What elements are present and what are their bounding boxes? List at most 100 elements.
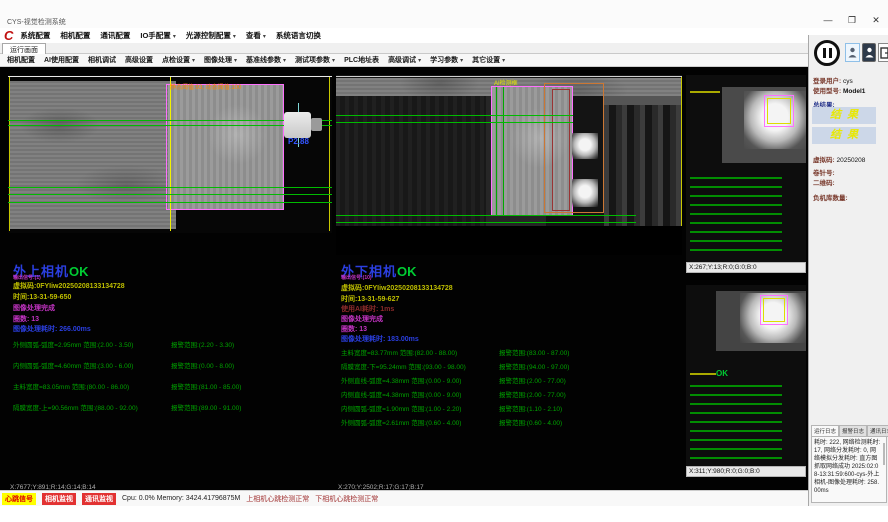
green-baseline bbox=[8, 187, 332, 188]
log-tab-comm[interactable]: 通讯日志 bbox=[867, 425, 888, 437]
thumbnail-top-canvas[interactable] bbox=[686, 75, 806, 262]
ai-elapsed-label: 使用AI耗时: 1ms bbox=[341, 304, 394, 314]
tool-plc-address[interactable]: PLC地址表 bbox=[344, 55, 379, 65]
p-value-overlay-label: P2.88 bbox=[288, 137, 309, 146]
measurement-row: 主料宽度=83.77mm 范围:(82.00 - 88.00)报警范围:(83.… bbox=[341, 347, 659, 357]
output-signal-label: 输出信号:(1) bbox=[13, 274, 41, 281]
tool-learning-params[interactable]: 学习参数 bbox=[430, 55, 463, 65]
exit-button[interactable] bbox=[878, 43, 888, 62]
measurement-value: 外侧圆弧-弧度=2.61mm 范围:(0.60 - 4.00) bbox=[341, 417, 499, 427]
measurement-row: 内侧直线-弧度=4.38mm 范围:(0.00 - 9.00)报警范围:(2.0… bbox=[341, 389, 659, 399]
log-body: 耗时: 222, 网络检测耗时: 17, 网络分发耗时: 0, 网络模拟分发耗时… bbox=[811, 437, 887, 503]
model-value: Model1 bbox=[843, 88, 865, 95]
alarm-range: 报警范围:(2.00 - 77.00) bbox=[499, 375, 659, 385]
tool-baseline-params[interactable]: 基准线参数 bbox=[246, 55, 286, 65]
mini-measurement-text bbox=[690, 177, 782, 255]
yellow-roi-box bbox=[767, 98, 791, 124]
alarm-range: 报警范围:(83.00 - 87.00) bbox=[499, 347, 659, 357]
measurement-value: 内侧圆弧-弧度=4.60mm 范围:(3.00 - 6.00) bbox=[13, 360, 171, 370]
mini-text-line bbox=[690, 91, 720, 93]
green-baseline bbox=[8, 194, 332, 195]
measurement-value: 内侧直线-弧度=4.38mm 范围:(0.00 - 9.00) bbox=[341, 389, 499, 399]
comm-monitor-badge[interactable]: 通讯监视 bbox=[82, 493, 116, 505]
window-controls: — ❐ ✕ bbox=[822, 14, 882, 26]
tool-advanced-settings[interactable]: 高级设置 bbox=[125, 55, 153, 65]
result-display-box-1: 结果 bbox=[812, 107, 876, 124]
user-account-button[interactable] bbox=[862, 43, 876, 62]
measurement-row: 主料宽度=83.05mm 范围:(80.00 - 86.00)报警范围:(81.… bbox=[13, 381, 331, 391]
magenta-roi-box bbox=[166, 84, 284, 210]
yellow-edge-left bbox=[9, 77, 10, 231]
qrcode-row: 二维码: bbox=[813, 177, 835, 187]
person-icon bbox=[865, 47, 874, 58]
minimize-icon[interactable]: — bbox=[822, 14, 834, 26]
alarm-range: 报警范围:(2.20 - 3.30) bbox=[171, 339, 331, 349]
output-signal-label: 输出信号:(10) bbox=[341, 274, 372, 281]
menu-language-switch[interactable]: 系统语言切换 bbox=[276, 30, 321, 41]
sidebar: 登录用户: cys 使用型号: Model1 总结果: 结果 结果 虚拟码: 2… bbox=[808, 35, 888, 506]
tool-image-processing[interactable]: 图像处理 bbox=[204, 55, 237, 65]
green-baseline bbox=[336, 215, 636, 216]
menu-comm-config[interactable]: 通讯配置 bbox=[100, 30, 130, 41]
measurement-row: 外侧直线-弧度=4.38mm 范围:(0.00 - 9.00)报警范围:(2.0… bbox=[341, 375, 659, 385]
thumbnail-bottom-canvas[interactable]: OK bbox=[686, 285, 806, 466]
tool-advanced-debug[interactable]: 高级调试 bbox=[388, 55, 421, 65]
menubar: C 系统配置 相机配置 通讯配置 IO手配置 光源控制配置 查看 系统语言切换 bbox=[0, 28, 888, 43]
turns-label: 圈数: 13 bbox=[341, 324, 367, 334]
alarm-range: 报警范围:(0.60 - 4.00) bbox=[499, 417, 659, 427]
bottom-camera-heartbeat-status: 下相机心跳检测正常 bbox=[315, 494, 378, 504]
window-title: CYS-视觉检测系统 bbox=[7, 17, 66, 27]
log-tab-alarm[interactable]: 报警日志 bbox=[839, 425, 867, 437]
menu-camera-config[interactable]: 相机配置 bbox=[60, 30, 90, 41]
person-icon bbox=[848, 47, 857, 58]
bright-feature bbox=[572, 179, 598, 207]
green-baseline bbox=[336, 122, 573, 123]
tool-camera-debug[interactable]: 相机调试 bbox=[88, 55, 116, 65]
pixel-coords-readout: X:267;Y:13;R:0;G:0;B:0 bbox=[686, 262, 806, 273]
close-icon[interactable]: ✕ bbox=[870, 14, 882, 26]
titlebar: CYS-视觉检测系统 — ❐ ✕ bbox=[0, 0, 888, 28]
result-ok-label: OK bbox=[69, 264, 89, 279]
pause-button[interactable] bbox=[814, 40, 840, 66]
statusbar: 心跳信号 相机监视 通讯监视 Cpu: 0.0% Memory: 3424.41… bbox=[0, 490, 808, 506]
camera-monitor-badge[interactable]: 相机监视 bbox=[42, 493, 76, 505]
app-logo-icon: C bbox=[4, 29, 13, 42]
tool-test-params[interactable]: 测试项参数 bbox=[295, 55, 335, 65]
tool-ai-usage-config[interactable]: AI使用配置 bbox=[44, 55, 79, 65]
tool-camera-config[interactable]: 相机配置 bbox=[7, 55, 35, 65]
machine-beam bbox=[604, 96, 682, 105]
stock-count-row: 负机库数量: bbox=[813, 192, 848, 202]
mini-result-ok-label: OK bbox=[716, 369, 728, 378]
user-login-button[interactable] bbox=[845, 43, 860, 62]
menu-view[interactable]: 查看 bbox=[246, 30, 266, 41]
log-text: 耗时: 222, 网络检测耗时: 17, 网络分发耗时: 0, 网络模拟分发耗时… bbox=[814, 440, 880, 494]
virtual-code-label: 虚拟码:0FYIiw20250208133134728 bbox=[341, 283, 453, 293]
alarm-range: 报警范围:(1.10 - 2.10) bbox=[499, 403, 659, 413]
main-area: 静态阈值:93, 动态阈值:100 P2.88 外上相机OK 输出信号:(1) … bbox=[0, 67, 808, 490]
menu-system-config[interactable]: 系统配置 bbox=[20, 30, 50, 41]
image-texture bbox=[10, 81, 176, 229]
toolbar: 相机配置 AI使用配置 相机调试 高级设置 点检设置 图像处理 基准线参数 测试… bbox=[0, 54, 808, 67]
alarm-range: 报警范围:(81.00 - 85.00) bbox=[171, 381, 331, 391]
pause-icon bbox=[829, 48, 832, 58]
ai-box-overlay-label: AI检测框 bbox=[494, 78, 518, 87]
measurement-row: 隔膜宽度-下=95.24mm 范围:(93.00 - 98.00)报警范围:(9… bbox=[341, 361, 659, 371]
menu-io-config[interactable]: IO手配置 bbox=[140, 30, 175, 41]
log-scrollbar[interactable] bbox=[883, 443, 885, 465]
time-label: 时间:13-31-59-650 bbox=[13, 292, 71, 302]
menu-light-config[interactable]: 光源控制配置 bbox=[186, 30, 236, 41]
maximize-icon[interactable]: ❐ bbox=[846, 14, 858, 26]
tool-spot-check[interactable]: 点检设置 bbox=[162, 55, 195, 65]
tab-run-screen[interactable]: 运行画面 bbox=[2, 43, 46, 54]
tool-other-settings[interactable]: 其它设置 bbox=[472, 55, 505, 65]
measurement-row: 外侧圆弧-弧度=2.95mm 范围:(2.00 - 3.50)报警范围:(2.2… bbox=[13, 339, 331, 349]
time-label: 时间:13-31-59-627 bbox=[341, 294, 399, 304]
measurement-row: 内侧圆弧-弧度=1.90mm 范围:(1.00 - 2.20)报警范围:(1.1… bbox=[341, 403, 659, 413]
darkred-roi-box bbox=[552, 89, 570, 211]
measurement-value: 主料宽度=83.05mm 范围:(80.00 - 86.00) bbox=[13, 381, 171, 391]
camera-left-canvas[interactable]: 静态阈值:93, 动态阈值:100 P2.88 bbox=[8, 75, 332, 233]
log-tab-run[interactable]: 运行日志 bbox=[811, 425, 839, 437]
exit-door-icon bbox=[880, 47, 888, 59]
stock-count-label: 负机库数量: bbox=[813, 195, 848, 202]
camera-center-canvas[interactable]: AI检测框 bbox=[336, 75, 682, 255]
